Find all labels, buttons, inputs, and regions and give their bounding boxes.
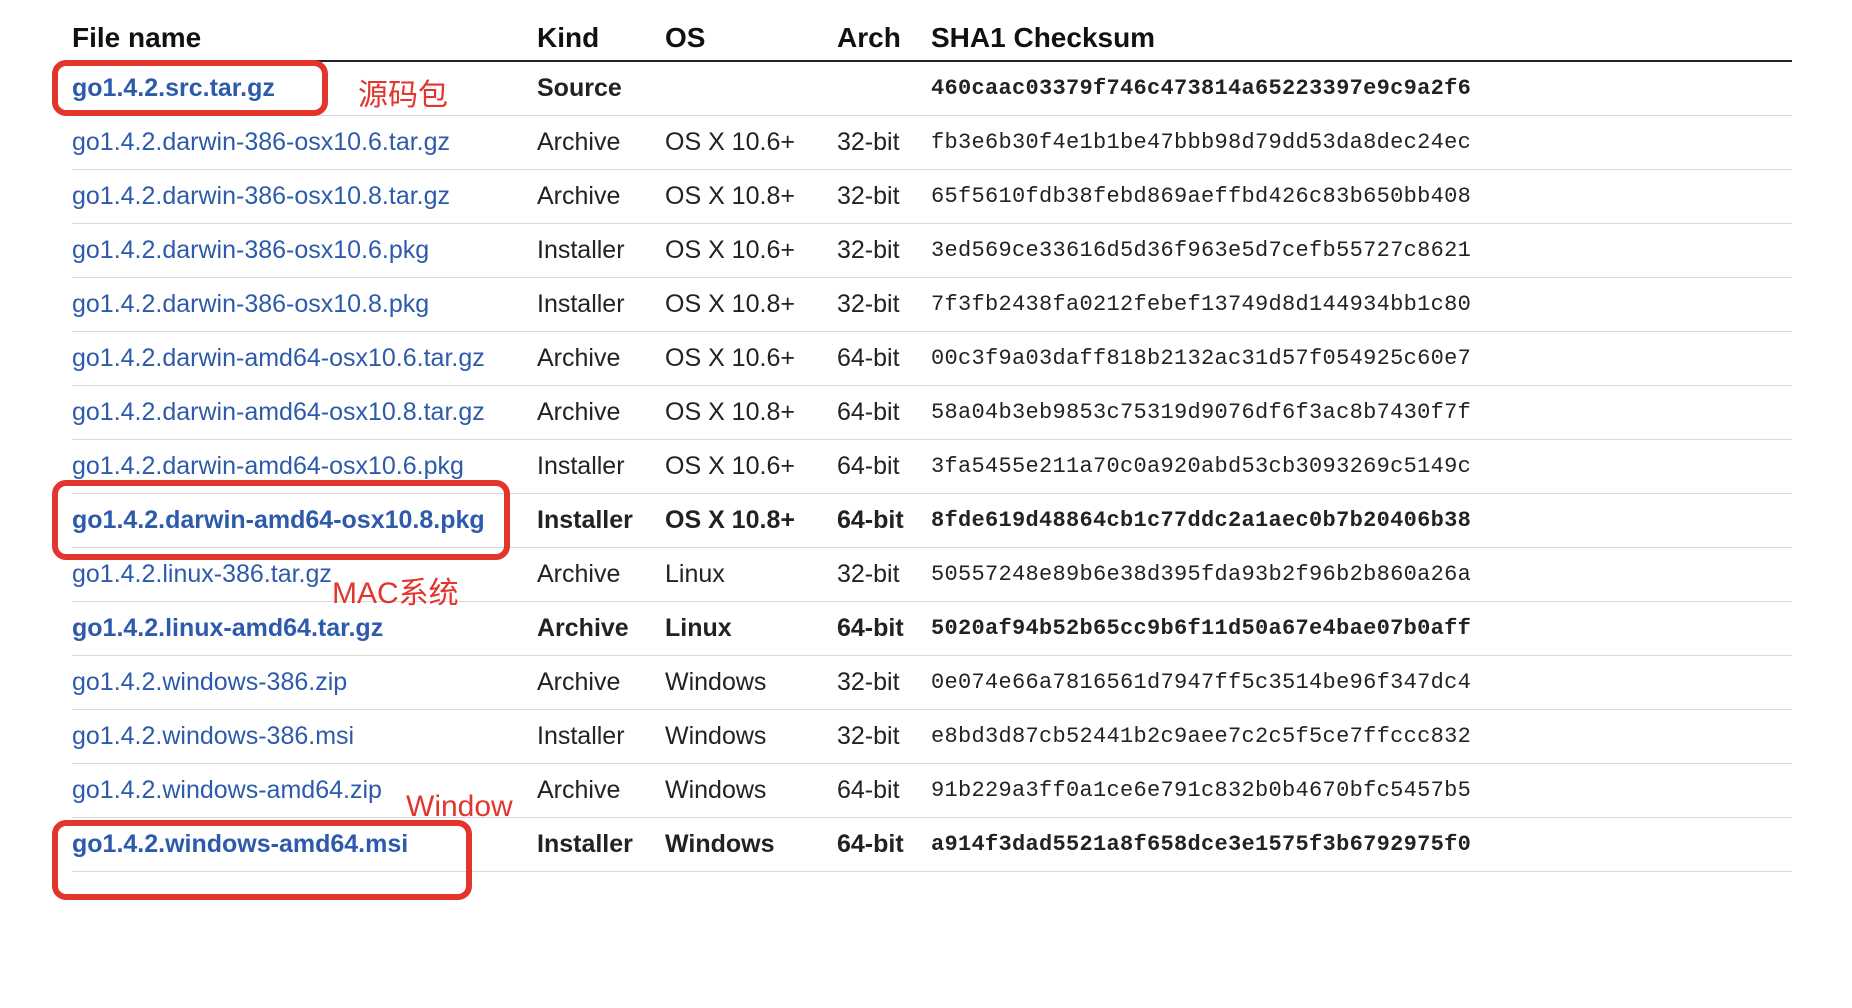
- table-row: go1.4.2.darwin-amd64-osx10.8.tar.gz Archi…: [72, 386, 1792, 440]
- col-header-arch: Arch: [837, 22, 931, 61]
- table-row: go1.4.2.src.tar.gz Source 460caac03379f746…: [72, 61, 1792, 116]
- cell-kind: Installer: [537, 278, 665, 332]
- cell-kind: Installer: [537, 224, 665, 278]
- cell-hash: a914f3dad5521a8f658dce3e1575f3b6792975f0: [931, 818, 1792, 872]
- file-link[interactable]: go1.4.2.darwin-amd64-osx10.6.pkg: [72, 452, 464, 480]
- cell-hash: 8fde619d48864cb1c77ddc2a1aec0b7b20406b38: [931, 494, 1792, 548]
- cell-arch: 32-bit: [837, 548, 931, 602]
- cell-hash: 91b229a3ff0a1ce6e791c832b0b4670bfc5457b5: [931, 764, 1792, 818]
- cell-hash: 0e074e66a7816561d7947ff5c3514be96f347dc4: [931, 656, 1792, 710]
- cell-os: OS X 10.8+: [665, 386, 837, 440]
- file-link[interactable]: go1.4.2.windows-amd64.zip: [72, 776, 382, 804]
- cell-os: OS X 10.8+: [665, 170, 837, 224]
- cell-hash: e8bd3d87cb52441b2c9aee7c2c5f5ce7ffccc832: [931, 710, 1792, 764]
- table-row: go1.4.2.darwin-386-osx10.8.pkg InstallerO…: [72, 278, 1792, 332]
- cell-arch: 64-bit: [837, 386, 931, 440]
- cell-kind: Installer: [537, 440, 665, 494]
- cell-os: OS X 10.6+: [665, 116, 837, 170]
- cell-os: OS X 10.8+: [665, 494, 837, 548]
- table-row: go1.4.2.darwin-386-osx10.6.pkg InstallerO…: [72, 224, 1792, 278]
- table-row: go1.4.2.darwin-amd64-osx10.8.pkg Installe…: [72, 494, 1792, 548]
- cell-arch: 64-bit: [837, 332, 931, 386]
- cell-hash: 3ed569ce33616d5d36f963e5d7cefb55727c8621: [931, 224, 1792, 278]
- cell-os: Windows: [665, 818, 837, 872]
- file-link[interactable]: go1.4.2.src.tar.gz: [72, 74, 275, 102]
- file-link[interactable]: go1.4.2.darwin-amd64-osx10.6.tar.gz: [72, 344, 485, 372]
- table-row: go1.4.2.windows-amd64.zip ArchiveWindows6…: [72, 764, 1792, 818]
- cell-kind: Archive: [537, 764, 665, 818]
- cell-arch: 64-bit: [837, 602, 931, 656]
- file-link[interactable]: go1.4.2.windows-386.zip: [72, 668, 347, 696]
- cell-arch: 64-bit: [837, 818, 931, 872]
- col-header-file: File name: [72, 22, 537, 61]
- table-row: go1.4.2.linux-amd64.tar.gz ArchiveLinux64…: [72, 602, 1792, 656]
- file-link[interactable]: go1.4.2.linux-amd64.tar.gz: [72, 614, 383, 642]
- file-link[interactable]: go1.4.2.windows-amd64.msi: [72, 830, 408, 858]
- col-header-os: OS: [665, 22, 837, 61]
- cell-hash: 65f5610fdb38febd869aeffbd426c83b650bb408: [931, 170, 1792, 224]
- file-link[interactable]: go1.4.2.linux-386.tar.gz: [72, 560, 332, 588]
- cell-hash: 00c3f9a03daff818b2132ac31d57f054925c60e7: [931, 332, 1792, 386]
- file-link[interactable]: go1.4.2.darwin-amd64-osx10.8.tar.gz: [72, 398, 485, 426]
- cell-os: Windows: [665, 656, 837, 710]
- cell-arch: 32-bit: [837, 116, 931, 170]
- cell-os: Windows: [665, 764, 837, 818]
- cell-os: Windows: [665, 710, 837, 764]
- cell-kind: Archive: [537, 170, 665, 224]
- cell-os: OS X 10.6+: [665, 224, 837, 278]
- cell-hash: 460caac03379f746c473814a65223397e9c9a2f6: [931, 61, 1792, 116]
- col-header-hash: SHA1 Checksum: [931, 22, 1792, 61]
- file-link[interactable]: go1.4.2.darwin-amd64-osx10.8.pkg: [72, 506, 485, 534]
- cell-hash: 50557248e89b6e38d395fda93b2f96b2b860a26a: [931, 548, 1792, 602]
- table-row: go1.4.2.darwin-386-osx10.6.tar.gz Archive…: [72, 116, 1792, 170]
- table-row: go1.4.2.windows-386.msi InstallerWindows3…: [72, 710, 1792, 764]
- cell-kind: Archive: [537, 116, 665, 170]
- cell-os: [665, 61, 837, 116]
- cell-kind: Installer: [537, 818, 665, 872]
- cell-arch: 32-bit: [837, 656, 931, 710]
- cell-arch: 32-bit: [837, 224, 931, 278]
- cell-arch: 64-bit: [837, 764, 931, 818]
- file-link[interactable]: go1.4.2.darwin-386-osx10.8.tar.gz: [72, 182, 450, 210]
- cell-kind: Archive: [537, 386, 665, 440]
- cell-hash: fb3e6b30f4e1b1be47bbb98d79dd53da8dec24ec: [931, 116, 1792, 170]
- cell-kind: Archive: [537, 602, 665, 656]
- file-link[interactable]: go1.4.2.darwin-386-osx10.6.pkg: [72, 236, 429, 264]
- cell-hash: 7f3fb2438fa0212febef13749d8d144934bb1c80: [931, 278, 1792, 332]
- file-link[interactable]: go1.4.2.darwin-386-osx10.6.tar.gz: [72, 128, 450, 156]
- table-row: go1.4.2.windows-amd64.msi InstallerWindow…: [72, 818, 1792, 872]
- cell-kind: Archive: [537, 332, 665, 386]
- table-row: go1.4.2.linux-386.tar.gz ArchiveLinux32-b…: [72, 548, 1792, 602]
- downloads-table: File name Kind OS Arch SHA1 Checksum go1…: [72, 22, 1792, 872]
- cell-arch: 32-bit: [837, 278, 931, 332]
- cell-arch: 32-bit: [837, 710, 931, 764]
- cell-kind: Installer: [537, 710, 665, 764]
- cell-hash: 3fa5455e211a70c0a920abd53cb3093269c5149c: [931, 440, 1792, 494]
- col-header-kind: Kind: [537, 22, 665, 61]
- cell-kind: Source: [537, 61, 665, 116]
- cell-hash: 5020af94b52b65cc9b6f11d50a67e4bae07b0aff: [931, 602, 1792, 656]
- cell-os: Linux: [665, 602, 837, 656]
- cell-os: OS X 10.6+: [665, 440, 837, 494]
- table-row: go1.4.2.darwin-amd64-osx10.6.pkg Installe…: [72, 440, 1792, 494]
- cell-kind: Installer: [537, 494, 665, 548]
- cell-hash: 58a04b3eb9853c75319d9076df6f3ac8b7430f7f: [931, 386, 1792, 440]
- table-row: go1.4.2.darwin-amd64-osx10.6.tar.gz Archi…: [72, 332, 1792, 386]
- table-row: go1.4.2.darwin-386-osx10.8.tar.gz Archive…: [72, 170, 1792, 224]
- cell-os: OS X 10.6+: [665, 332, 837, 386]
- cell-os: OS X 10.8+: [665, 278, 837, 332]
- cell-kind: Archive: [537, 548, 665, 602]
- cell-arch: 64-bit: [837, 440, 931, 494]
- cell-kind: Archive: [537, 656, 665, 710]
- file-link[interactable]: go1.4.2.windows-386.msi: [72, 722, 354, 750]
- cell-arch: [837, 61, 931, 116]
- cell-arch: 64-bit: [837, 494, 931, 548]
- cell-os: Linux: [665, 548, 837, 602]
- table-row: go1.4.2.windows-386.zip ArchiveWindows32-…: [72, 656, 1792, 710]
- cell-arch: 32-bit: [837, 170, 931, 224]
- file-link[interactable]: go1.4.2.darwin-386-osx10.8.pkg: [72, 290, 429, 318]
